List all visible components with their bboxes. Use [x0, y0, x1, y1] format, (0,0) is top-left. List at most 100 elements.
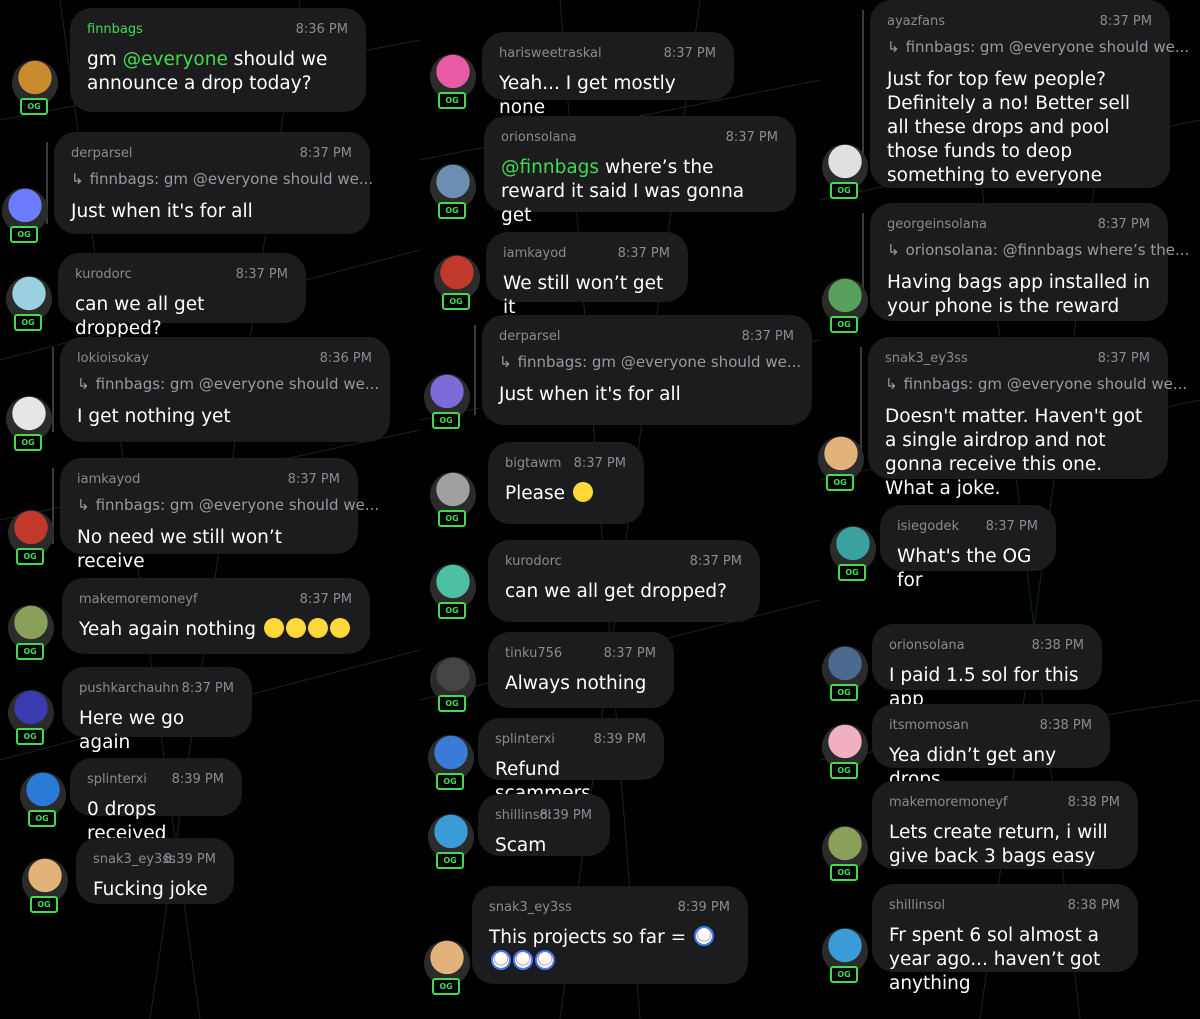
message-bubble[interactable]: snak3_ey3ss 8:37 PM ↳ finnbags: gm @everyon… — [868, 337, 1187, 499]
og-badge-icon: OG — [28, 810, 56, 827]
mention-link[interactable]: @finnbags — [501, 157, 599, 178]
message-username[interactable]: iamkayod — [77, 472, 140, 487]
message-bubble[interactable]: splinterxi 8:39 PM 0 drops received — [70, 758, 242, 844]
message-username[interactable]: iamkayod — [503, 246, 566, 261]
message-username[interactable]: makemoremoneyf — [79, 592, 198, 607]
message-bubble[interactable]: kurodorc 8:37 PM can we all get dropped? — [488, 540, 760, 622]
message-username[interactable]: isiegodek — [897, 519, 959, 534]
text-segment: No need we still won’t receive — [77, 527, 283, 572]
message-bubble[interactable]: ayazfans 8:37 PM ↳ finnbags: gm @everyone s… — [870, 0, 1189, 188]
message-bubble[interactable]: splinterxi8:39 PMRefund scammers — [478, 718, 664, 804]
message-bubble[interactable]: iamkayod 8:37 PM ↳ finnbags: gm @everyone s… — [60, 458, 379, 572]
message-timestamp: 8:37 PM — [689, 554, 742, 569]
clown-emoji-icon — [491, 950, 511, 970]
message-username[interactable]: derparsel — [499, 329, 561, 344]
message-text: What's the OG for — [897, 545, 1039, 593]
message-timestamp: 8:37 PM — [235, 267, 288, 282]
reply-preview-text: orionsolana: @finnbags where’s the... — [905, 241, 1190, 259]
text-segment: Here we go again — [79, 708, 185, 753]
message-bubble[interactable]: itsmomosan 8:38 PM Yea didn’t get any drop… — [872, 704, 1110, 790]
message-timestamp: 8:39 PM — [677, 900, 730, 915]
message-bubble[interactable]: bigtawm 8:37 PM Please — [488, 442, 644, 524]
reply-preview[interactable]: ↳ finnbags: gm @everyone should we... — [885, 375, 1187, 393]
reply-preview-text: finnbags: gm @everyone should we... — [517, 353, 802, 371]
message-text: Just when it's for all — [71, 200, 353, 224]
text-segment: Doesn't matter. Haven't got a single air… — [885, 406, 1143, 499]
message-username[interactable]: itsmomosan — [889, 718, 969, 733]
message-bubble[interactable]: snak3_ey3ss 8:39 PM Fucking joke — [76, 838, 234, 904]
message-text: Fucking joke — [93, 878, 217, 902]
message-username[interactable]: kurodorc — [75, 267, 132, 282]
message-username[interactable]: lokioisokay — [77, 351, 149, 366]
text-segment: I get nothing yet — [77, 406, 231, 427]
reply-preview[interactable]: ↳ orionsolana: @finnbags where’s the... — [887, 241, 1189, 259]
message-timestamp: 8:38 PM — [1031, 638, 1084, 653]
text-segment: We still won’t get it — [503, 273, 664, 318]
message-username[interactable]: pushkarchauhn — [79, 681, 179, 696]
message-username[interactable]: makemoremoneyf — [889, 795, 1008, 810]
reply-preview[interactable]: ↳ finnbags: gm @everyone should we... — [71, 170, 373, 188]
message-bubble[interactable]: finnbags 8:36 PM gm @everyone should we an… — [70, 8, 366, 112]
message-username[interactable]: splinterxi — [87, 772, 147, 787]
message-timestamp: 8:37 PM — [573, 456, 626, 471]
message-timestamp: 8:37 PM — [725, 130, 778, 145]
message-text: Scam — [495, 834, 593, 858]
message-username[interactable]: orionsolana — [501, 130, 577, 145]
og-badge-icon: OG — [438, 202, 466, 219]
mention-link[interactable]: @everyone — [123, 49, 228, 70]
text-segment: Yeah... I get mostly none — [499, 73, 676, 118]
message-username[interactable]: tinku756 — [505, 646, 562, 661]
message-bubble[interactable]: shillinsol 8:39 PM Scam — [478, 794, 610, 856]
message-username[interactable]: kurodorc — [505, 554, 562, 569]
message-bubble[interactable]: makemoremoneyf 8:37 PM Yeah again nothing — [62, 578, 370, 654]
message-bubble[interactable]: pushkarchauhn 8:37 PM Here we go again — [62, 667, 252, 753]
message-username[interactable]: snak3_ey3ss — [489, 900, 572, 915]
message-timestamp: 8:37 PM — [1099, 14, 1152, 29]
message-username[interactable]: snak3_ey3ss — [885, 351, 968, 366]
reply-preview[interactable]: ↳ finnbags: gm @everyone should we... — [77, 496, 379, 514]
message-username[interactable]: harisweetraskal — [499, 46, 602, 61]
message-bubble[interactable]: shillinsol 8:38 PM Fr spent 6 sol almost a… — [872, 884, 1138, 994]
message-timestamp: 8:37 PM — [1097, 351, 1150, 366]
message-bubble[interactable]: isiegodek 8:37 PM What's the OG for — [880, 505, 1056, 591]
text-segment: gm — [87, 49, 123, 70]
message-username[interactable]: bigtawm — [505, 456, 561, 471]
message-username[interactable]: georgeinsolana — [887, 217, 987, 232]
message-timestamp: 8:39 PM — [593, 732, 646, 747]
message-username[interactable]: derparsel — [71, 146, 133, 161]
message-username[interactable]: ayazfans — [887, 14, 945, 29]
message-username[interactable]: splinterxi — [495, 732, 555, 747]
reply-arrow-icon: ↳ — [77, 375, 90, 393]
message-bubble[interactable]: orionsolana 8:38 PM I paid 1.5 sol for thi… — [872, 624, 1102, 710]
message-bubble[interactable]: iamkayod 8:37 PM We still won’t get it — [486, 232, 688, 318]
message-bubble[interactable]: harisweetraskal 8:37 PM Yeah... I get most… — [482, 32, 734, 118]
message-bubble[interactable]: snak3_ey3ss 8:39 PM This projects so far = — [472, 886, 748, 984]
message-username[interactable]: shillinsol — [889, 898, 945, 913]
og-badge-icon: OG — [830, 182, 858, 199]
message-timestamp: 8:37 PM — [1097, 217, 1150, 232]
reply-preview-text: finnbags: gm @everyone should we... — [89, 170, 374, 188]
reply-arrow-icon: ↳ — [77, 496, 90, 514]
text-segment: What's the OG for — [897, 546, 1032, 591]
og-badge-icon: OG — [838, 564, 866, 581]
message-timestamp: 8:38 PM — [1039, 718, 1092, 733]
message-bubble[interactable]: orionsolana 8:37 PM @finnbags where’s the … — [484, 116, 796, 226]
reply-preview[interactable]: ↳ finnbags: gm @everyone should we... — [77, 375, 379, 393]
message-timestamp: 8:39 PM — [171, 772, 224, 787]
message-bubble[interactable]: tinku756 8:37 PM Always nothing — [488, 632, 674, 708]
reply-arrow-icon: ↳ — [71, 170, 84, 188]
og-badge-icon: OG — [830, 316, 858, 333]
message-bubble[interactable]: derparsel 8:37 PM ↳ finnbags: gm @everyone … — [482, 315, 812, 425]
reply-preview[interactable]: ↳ finnbags: gm @everyone should we... — [887, 38, 1189, 56]
message-bubble[interactable]: derparsel 8:37 PM ↳ finnbags: gm @everyone … — [54, 132, 373, 234]
message-bubble[interactable]: georgeinsolana 8:37 PM ↳ orionsolana: @finn… — [870, 203, 1189, 321]
message-username[interactable]: orionsolana — [889, 638, 965, 653]
message-bubble[interactable]: kurodorc 8:37 PM can we all get dropped? — [58, 253, 306, 339]
message-username[interactable]: finnbags — [87, 22, 143, 37]
reply-preview[interactable]: ↳ finnbags: gm @everyone should we... — [499, 353, 801, 371]
message-bubble[interactable]: lokioisokay 8:36 PM ↳ finnbags: gm @everyon… — [60, 337, 390, 442]
og-badge-icon: OG — [830, 762, 858, 779]
message-timestamp: 8:38 PM — [1067, 795, 1120, 810]
text-segment: Please — [505, 483, 571, 504]
message-bubble[interactable]: makemoremoneyf 8:38 PM Lets create return,… — [872, 781, 1138, 869]
